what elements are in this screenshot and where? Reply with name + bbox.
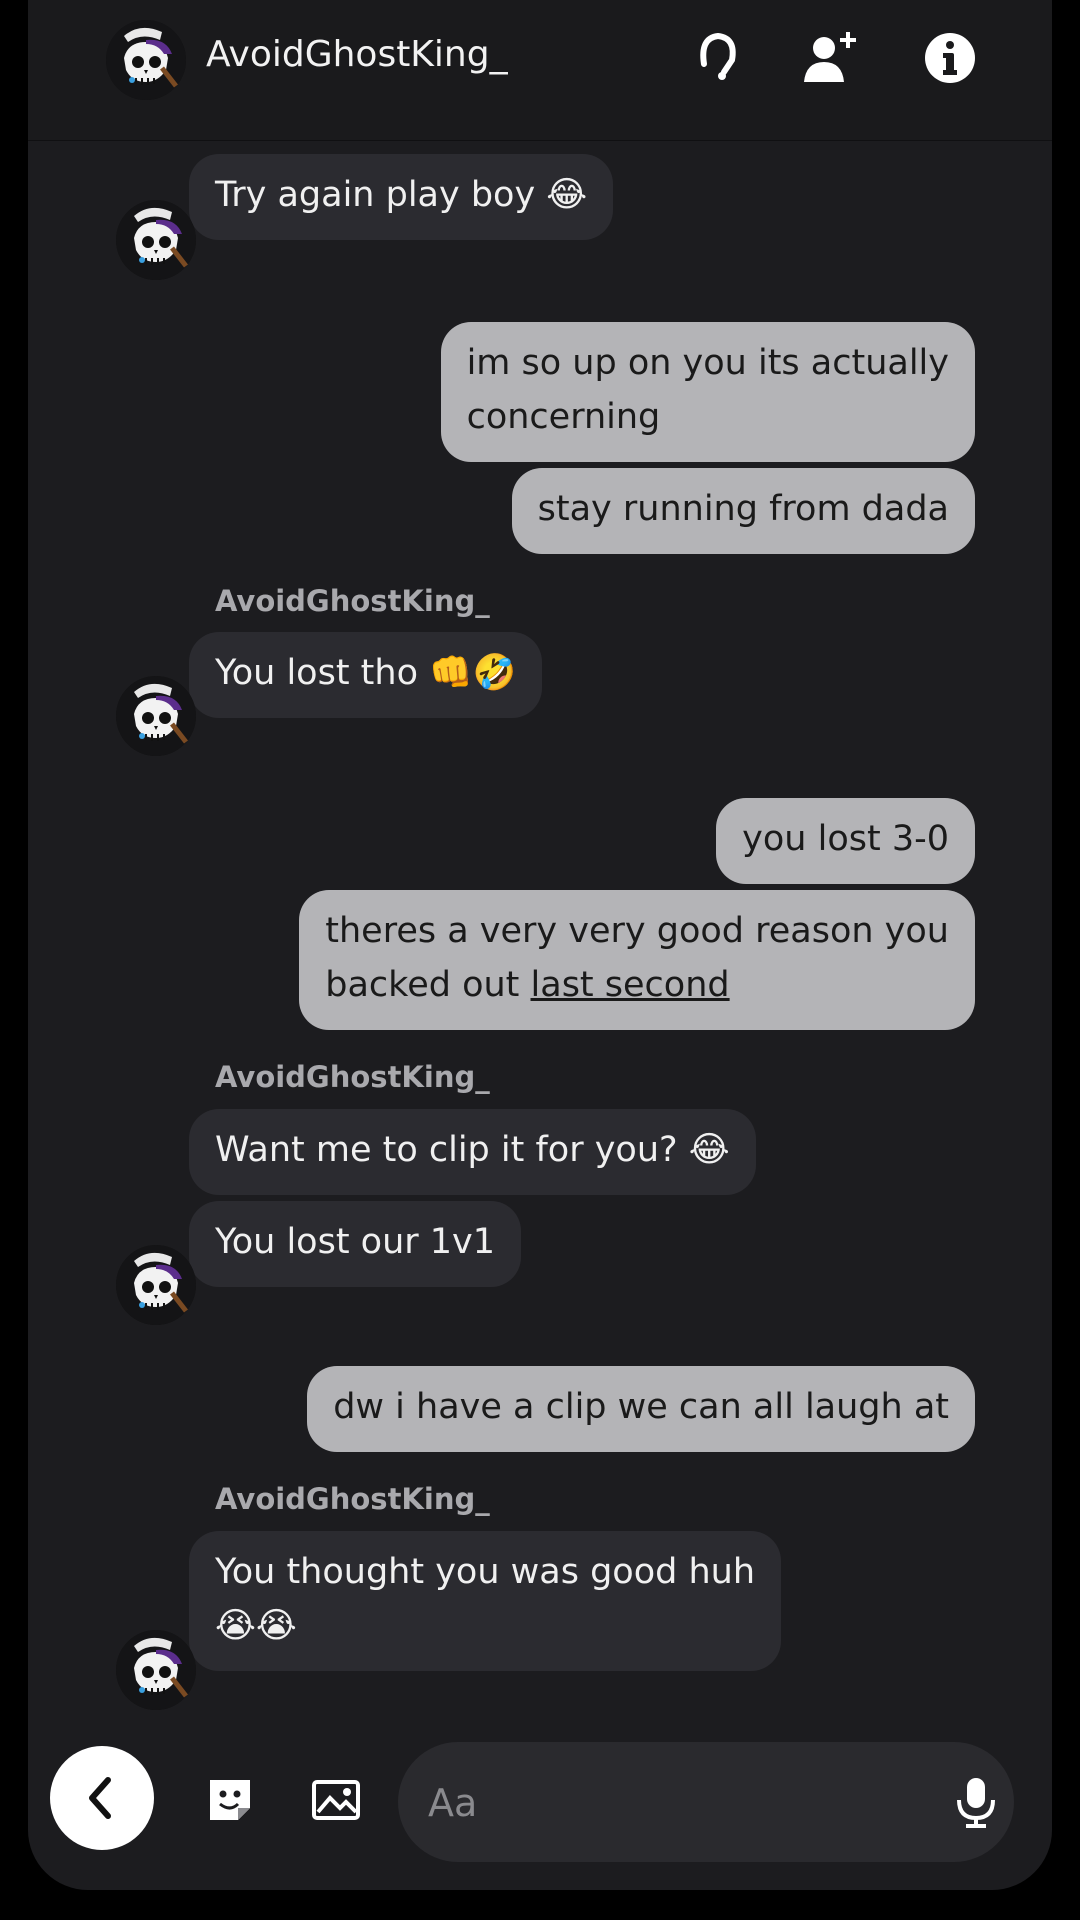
microphone-icon[interactable] [948, 1774, 1004, 1830]
sender-name: AvoidGhostKing_ [215, 584, 490, 618]
message-text: backed out [325, 965, 531, 1005]
message-composer [28, 1730, 1052, 1890]
outgoing-message[interactable]: im so up on you its actually concerning [440, 322, 975, 462]
chat-header: AvoidGhostKing_ [28, 0, 1052, 141]
message-line: concerning [466, 397, 661, 437]
incoming-message[interactable]: You thought you was good huh 😭😭 [189, 1531, 782, 1671]
outgoing-message[interactable]: theres a very very good reason you backe… [299, 890, 975, 1030]
incoming-message[interactable]: You lost our 1v1 [189, 1201, 522, 1287]
incoming-message[interactable]: Try again play boy 😂 [189, 154, 614, 240]
outgoing-message[interactable]: dw i have a clip we can all laugh at [307, 1366, 975, 1452]
contact-avatar[interactable] [106, 20, 186, 100]
message-line: im so up on you its actually [466, 343, 949, 383]
back-icon [89, 1777, 111, 1819]
sender-avatar[interactable] [116, 1245, 196, 1325]
message-line: You thought you was good huh [215, 1552, 756, 1592]
add-friend-icon[interactable] [798, 26, 862, 90]
sender-name: AvoidGhostKing_ [215, 1060, 490, 1094]
chat-window: AvoidGhostKing_ Try again play boy 😂 im … [28, 0, 1052, 1890]
sender-avatar[interactable] [116, 200, 196, 280]
incoming-message[interactable]: Want me to clip it for you? 😂 [189, 1109, 756, 1195]
message-input[interactable] [426, 1772, 880, 1834]
message-link[interactable]: last second [531, 965, 730, 1005]
sender-avatar[interactable] [116, 676, 196, 756]
message-line: backed out last second [325, 958, 949, 1012]
image-icon[interactable] [310, 1774, 362, 1826]
back-button[interactable] [50, 1746, 154, 1850]
info-icon[interactable] [918, 26, 982, 90]
incoming-message[interactable]: You lost tho 👊🤣 [189, 632, 543, 718]
sender-avatar[interactable] [116, 1630, 196, 1710]
message-line: 😭😭 [215, 1606, 297, 1646]
outgoing-message[interactable]: stay running from dada [511, 468, 975, 554]
headset-icon[interactable] [686, 26, 750, 90]
sender-name: AvoidGhostKing_ [215, 1482, 490, 1516]
message-line: theres a very very good reason you [325, 911, 949, 951]
sticker-icon[interactable] [204, 1774, 256, 1826]
contact-name[interactable]: AvoidGhostKing_ [206, 34, 508, 75]
outgoing-message[interactable]: you lost 3-0 [716, 798, 975, 884]
message-input-container[interactable] [398, 1742, 1014, 1862]
